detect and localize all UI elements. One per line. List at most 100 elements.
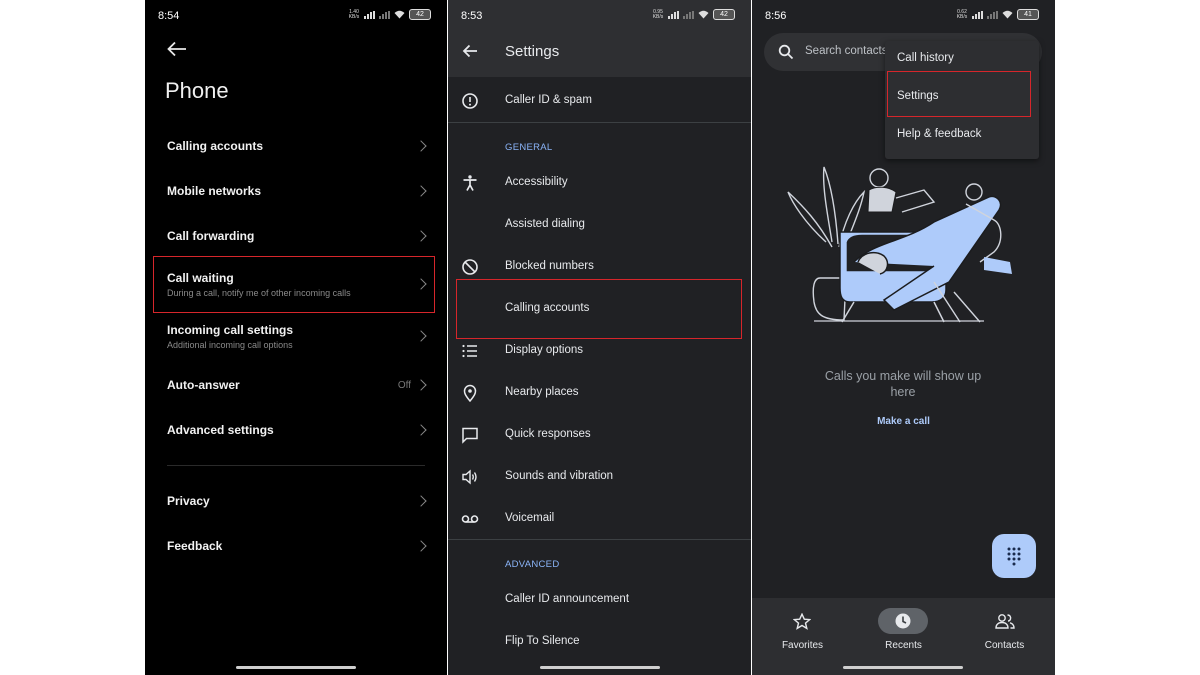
nav-label: Favorites [781,640,824,651]
setting-feedback[interactable]: Feedback [167,539,447,553]
accessibility-icon [463,175,477,191]
setting-label: Feedback [167,539,223,553]
setting-assisted-dialing[interactable]: Assisted dialing [448,204,751,246]
setting-label: Voicemail [505,512,555,524]
signal-icon [364,10,375,19]
setting-flip-to-silence[interactable]: Flip To Silence [448,621,751,663]
phone-settings-panel: 8:54 1.40 KB/s 42 Phone Calling accounts… [145,0,447,675]
dialpad-fab[interactable] [992,534,1036,578]
signal-icon [987,10,998,19]
setting-label: Quick responses [505,428,591,440]
divider [448,122,751,123]
highlight-box [153,256,435,313]
battery-icon: 42 [713,9,735,20]
setting-call-forwarding[interactable]: Call forwarding [167,229,447,243]
setting-label: Caller ID & spam [505,94,592,106]
nav-contacts[interactable]: Contacts [954,598,1055,658]
setting-label: Sounds and vibration [505,470,614,482]
home-indicator [236,666,356,669]
status-bar: 8:54 1.40 KB/s 42 [145,0,447,30]
setting-caller-id-spam[interactable]: Caller ID & spam [448,80,751,122]
setting-quick-responses[interactable]: Quick responses [448,414,751,456]
signal-icon [379,10,390,19]
setting-accessibility[interactable]: Accessibility [448,162,751,204]
setting-label: Call forwarding [167,229,255,243]
menu-item-help-feedback[interactable]: Help & feedback [897,128,981,140]
setting-incoming-call-settings[interactable]: Incoming call settings Additional incomi… [167,323,447,350]
signal-icon [683,10,694,19]
signal-icon [668,10,679,19]
setting-mobile-networks[interactable]: Mobile networks [167,184,447,198]
status-bar: 8:53 0.95 KB/s 42 [448,0,751,30]
bottom-navigation: Favorites Recents Contacts [752,598,1055,675]
page-title: Settings [505,43,560,60]
status-time: 8:54 [158,10,180,22]
home-indicator [540,666,660,669]
people-icon [995,614,1015,629]
setting-calling-accounts[interactable]: Calling accounts [167,139,447,153]
nav-label: Contacts [984,640,1025,651]
network-speed: 0.95 KB/s [652,8,664,20]
setting-label: Advanced settings [167,423,274,437]
status-bar: 8:56 0.62 KB/s 41 [752,0,1055,30]
wifi-icon [1002,10,1013,19]
setting-value: Off [397,380,411,391]
setting-label: Display options [505,344,583,356]
status-time: 8:56 [765,10,787,22]
search-icon [778,44,794,60]
setting-label: Mobile networks [167,184,262,198]
back-arrow-icon[interactable] [167,41,187,57]
setting-label: Privacy [167,494,210,508]
app-bar: 8:53 0.95 KB/s 42 Settings [448,0,751,77]
setting-voicemail[interactable]: Voicemail [448,498,751,540]
setting-auto-answer[interactable]: Auto-answer Off [167,378,447,392]
wifi-icon [698,10,709,19]
block-icon [462,259,478,275]
star-icon [793,613,811,630]
info-circle-icon [462,93,478,109]
menu-item-call-history[interactable]: Call history [897,52,954,64]
setting-label: Caller ID announcement [505,593,630,605]
setting-label: Incoming call settings [167,323,294,337]
setting-label: Flip To Silence [505,635,580,647]
wifi-icon [394,10,405,19]
divider [448,539,751,540]
setting-label: Nearby places [505,386,579,398]
network-speed: 1.40 KB/s [348,8,360,20]
setting-advanced-settings[interactable]: Advanced settings [167,423,447,437]
setting-sounds-vibration[interactable]: Sounds and vibration [448,456,751,498]
setting-description: Additional incoming call options [167,340,293,350]
network-speed: 0.62 KB/s [956,8,968,20]
setting-caller-id-announcement[interactable]: Caller ID announcement [448,579,751,621]
voicemail-icon [461,515,479,523]
setting-label: Assisted dialing [505,218,585,230]
empty-state-message: Calls you make will show up here [824,369,982,399]
back-arrow-icon[interactable] [462,44,478,58]
home-indicator [843,666,963,669]
highlight-box [456,279,742,339]
nav-label: Recents [885,640,922,651]
setting-label: Calling accounts [167,139,264,153]
setting-privacy[interactable]: Privacy [167,494,447,508]
highlight-box [887,71,1031,117]
section-header-general: GENERAL [505,142,553,153]
section-header-advanced: ADVANCED [505,559,560,570]
setting-label: Blocked numbers [505,260,594,272]
empty-state-illustration [787,166,1012,323]
nav-recents[interactable]: Recents [853,598,954,658]
message-icon [462,427,478,444]
signal-icon [972,10,983,19]
search-input[interactable]: Search contacts [805,45,887,57]
divider [167,465,425,466]
status-time: 8:53 [461,10,483,22]
nav-favorites[interactable]: Favorites [752,598,853,658]
clock-icon [895,613,911,629]
battery-icon: 42 [409,9,431,20]
speaker-icon [462,469,477,485]
list-icon [462,344,477,358]
location-pin-icon [463,384,477,402]
make-call-link[interactable]: Make a call [752,416,1055,427]
page-title: Phone [165,78,229,103]
battery-icon: 41 [1017,9,1039,20]
setting-nearby-places[interactable]: Nearby places [448,372,751,414]
